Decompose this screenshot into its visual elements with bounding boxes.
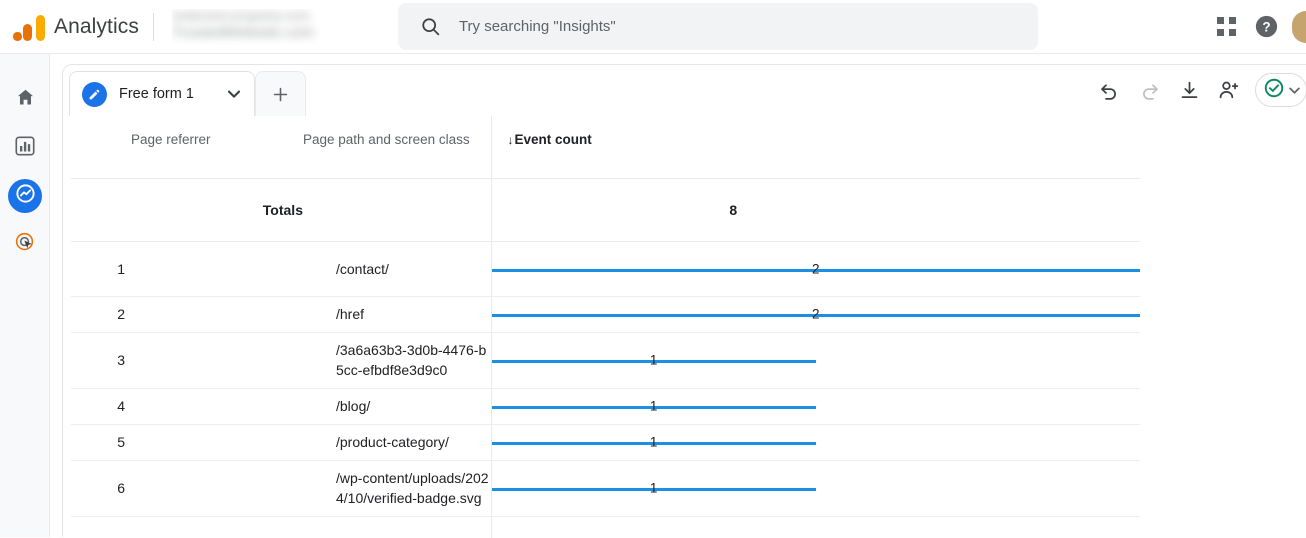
bar-value: 1: [649, 398, 658, 414]
search-input[interactable]: [458, 14, 979, 39]
sidebar-item-reports[interactable]: [0, 124, 50, 172]
account-avatar[interactable]: [1292, 10, 1306, 43]
table-row[interactable]: 6 /wp-content/uploads/2024/10/verified-b…: [71, 460, 1140, 517]
explore-icon: [15, 183, 36, 209]
row-index: 6: [71, 460, 131, 517]
top-bar: Analytics redacted-property.com TrustedW…: [0, 0, 1306, 54]
redo-button[interactable]: [1129, 70, 1169, 110]
sidebar-item-explore-selected-bg: [8, 179, 42, 213]
search-icon: [420, 16, 441, 37]
redo-icon: [1142, 83, 1158, 100]
undo-icon: [1100, 83, 1116, 100]
download-icon: [1181, 81, 1197, 98]
sidebar-item-explore[interactable]: [0, 172, 50, 220]
bar-value: 2: [811, 261, 820, 276]
app-title: Analytics: [54, 14, 139, 38]
add-tab-button[interactable]: [255, 71, 306, 116]
advertising-target-icon: [14, 231, 36, 258]
cell-event-count: 1: [490, 424, 1140, 461]
table-header-row: Page referrer Page path and screen class…: [71, 116, 1140, 179]
bar-value: 1: [649, 434, 658, 450]
property-account-name: redacted-property.com: [171, 8, 311, 23]
cell-event-count: 1: [490, 388, 1140, 425]
property-selector[interactable]: redacted-property.com TrustedWebsite.com: [172, 9, 386, 45]
row-index: 1: [71, 241, 131, 297]
undo-button[interactable]: [1089, 70, 1129, 110]
table-row[interactable]: 2 /href 2: [71, 296, 1140, 333]
totals-row: Totals 8: [71, 178, 1140, 242]
column-header-event-count[interactable]: ↓Event count: [490, 116, 1140, 179]
left-navigation: [0, 54, 50, 537]
cell-event-count: 1: [490, 460, 1140, 517]
cell-event-count: 2: [490, 296, 1140, 333]
header-index: [71, 116, 131, 179]
bar-value: 2: [811, 306, 820, 322]
row-index: 5: [71, 424, 131, 461]
cell-page-path: /product-category/: [303, 424, 491, 461]
cell-page-referrer: [131, 332, 303, 389]
save-status-chip[interactable]: [1255, 73, 1306, 107]
chevron-down-icon[interactable]: [228, 90, 240, 98]
table-row[interactable]: 3 /3a6a63b3-3d0b-4476-b5cc-efbdf8e3d9c0 …: [71, 332, 1140, 389]
cell-page-referrer: [131, 424, 303, 461]
sidebar-item-home[interactable]: [0, 76, 50, 124]
cell-page-referrer: [131, 296, 303, 333]
sort-descending-icon: ↓: [507, 133, 514, 147]
table-row[interactable]: 4 /blog/ 1: [71, 388, 1140, 425]
edit-pencil-icon: [82, 81, 107, 107]
cell-event-count: 2: [490, 241, 1140, 297]
table-row[interactable]: 5 /product-category/ 1: [71, 424, 1140, 461]
search-bar[interactable]: [397, 3, 1038, 50]
exploration-toolbar: [1089, 70, 1306, 110]
row-index: 4: [71, 388, 131, 425]
cell-page-path: /blog/: [303, 388, 491, 425]
check-circle-icon: [1263, 77, 1285, 104]
bar-value: 1: [649, 480, 658, 496]
cell-page-path: /contact/: [303, 241, 491, 297]
svg-text:?: ?: [1262, 19, 1270, 34]
property-name: TrustedWebsite.com: [171, 23, 315, 41]
share-button[interactable]: [1209, 70, 1249, 110]
help-icon[interactable]: ?: [1246, 7, 1286, 47]
cell-page-referrer: [131, 460, 303, 517]
top-bar-actions: ?: [1206, 7, 1306, 47]
add-person-icon: [1219, 81, 1239, 99]
column-header-event-count-label: Event count: [514, 132, 592, 147]
sidebar-item-advertising[interactable]: [0, 220, 50, 268]
download-button[interactable]: [1169, 70, 1209, 110]
table-body: Totals 8 1 /contact/ 2 2 /href 2 3 /3a6a…: [71, 178, 1140, 538]
totals-label: Totals: [131, 178, 303, 242]
totals-event-count: 8: [490, 178, 1140, 242]
tab-free-form-1[interactable]: Free form 1: [69, 71, 255, 116]
bar-value: 1: [649, 352, 658, 368]
totals-index: [71, 178, 131, 242]
exploration-panel: Free form 1 Page referrer Page path and …: [62, 64, 1306, 538]
cell-page-path: /href: [303, 296, 491, 333]
cell-page-path: /3a6a63b3-3d0b-4476-b5cc-efbdf8e3d9c0: [303, 332, 491, 389]
cell-page-referrer: [131, 241, 303, 297]
exploration-table-container[interactable]: Page referrer Page path and screen class…: [71, 116, 1306, 538]
exploration-table: Page referrer Page path and screen class…: [71, 116, 1140, 538]
cell-page-path: /wp-content/uploads/2024/10/verified-bad…: [303, 460, 491, 517]
tab-strip: Free form 1: [63, 65, 1306, 116]
title-divider: [152, 12, 154, 41]
totals-path: [303, 178, 491, 242]
column-header-page-referrer[interactable]: Page referrer: [131, 116, 303, 179]
apps-grid-icon[interactable]: [1206, 7, 1246, 47]
reports-bar-chart-icon: [14, 135, 36, 162]
cell-event-count: 1: [490, 332, 1140, 389]
tab-label: Free form 1: [119, 86, 194, 102]
cell-page-referrer: [131, 388, 303, 425]
table-row[interactable]: 1 /contact/ 2: [71, 241, 1140, 297]
chevron-down-icon[interactable]: [1289, 87, 1300, 94]
column-header-page-path[interactable]: Page path and screen class: [303, 116, 491, 179]
google-analytics-logo-icon: [12, 13, 46, 41]
table-row-empty: [71, 516, 1140, 538]
row-index: 2: [71, 296, 131, 333]
home-icon: [15, 87, 36, 113]
row-index: 3: [71, 332, 131, 389]
plus-icon: [273, 87, 288, 101]
